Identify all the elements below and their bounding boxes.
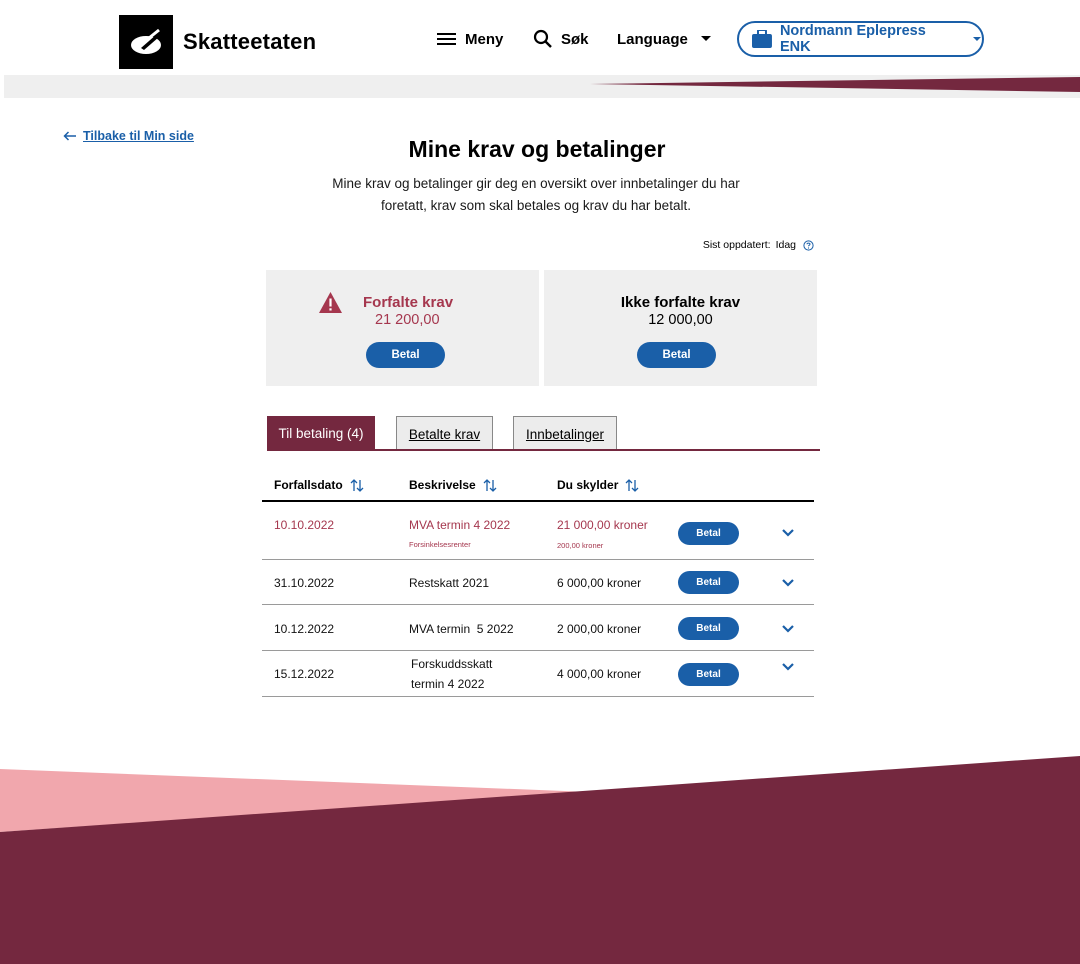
- column-header-due-date[interactable]: Forfallsdato: [274, 478, 364, 492]
- row-due-date: 10.10.2022: [274, 518, 335, 532]
- overdue-claims-title: Forfalte krav: [363, 294, 454, 311]
- help-icon[interactable]: [803, 239, 814, 251]
- brand-name[interactable]: Skatteetaten: [183, 29, 316, 55]
- hamburger-icon: [437, 33, 456, 45]
- search-label: Søk: [561, 30, 589, 48]
- header-decoration: [4, 75, 1080, 98]
- search-button[interactable]: Søk: [533, 28, 589, 50]
- sort-icon: [625, 478, 639, 492]
- last-updated: Sist oppdatert: Idag: [703, 239, 814, 251]
- chevron-down-icon[interactable]: [781, 528, 795, 537]
- row-pay-button[interactable]: Betal: [678, 663, 739, 686]
- overdue-claims-amount: 21 200,00: [375, 312, 440, 328]
- not-due-claims-card: [544, 270, 817, 386]
- row-divider: [262, 559, 814, 560]
- last-updated-value: Idag: [775, 239, 796, 251]
- row-divider: [262, 650, 814, 651]
- row-amount: 6 000,00 kroner: [557, 576, 642, 590]
- row-pay-button[interactable]: Betal: [678, 617, 739, 640]
- menu-label: Meny: [465, 30, 504, 48]
- briefcase-icon: [752, 30, 772, 48]
- search-icon: [533, 29, 552, 48]
- sort-icon: [350, 478, 364, 492]
- warning-icon: [319, 292, 342, 313]
- tab-paid-claims[interactable]: Betalte krav: [396, 416, 493, 451]
- site-header: Skatteetaten Meny Søk Language Nordmann …: [0, 0, 1080, 100]
- chevron-down-icon[interactable]: [781, 624, 795, 633]
- row-description-sub: Forsinkelsesrenter: [409, 540, 471, 549]
- organization-name: Nordmann Eplepress ENK: [779, 23, 926, 55]
- row-pay-button[interactable]: Betal: [678, 522, 739, 545]
- row-due-date: 10.12.2022: [274, 622, 335, 636]
- row-amount-sub: 200,00 kroner: [557, 541, 604, 550]
- caret-down-icon: [700, 36, 711, 41]
- row-amount: 2 000,00 kroner: [557, 622, 642, 636]
- row-divider: [262, 604, 814, 605]
- last-updated-label: Sist oppdatert:: [702, 239, 771, 251]
- column-header-label: Du skylder: [557, 478, 619, 492]
- not-due-claims-amount: 12 000,00: [648, 312, 713, 328]
- page-intro: Mine krav og betalinger gir deg en overs…: [332, 176, 740, 213]
- logo-mark-icon: [131, 28, 161, 54]
- column-header-amount-owed[interactable]: Du skylder: [557, 478, 639, 492]
- row-description-line1: Forskuddsskatt: [411, 657, 493, 671]
- row-due-date: 15.12.2022: [274, 667, 335, 681]
- menu-button[interactable]: Meny: [437, 28, 503, 50]
- column-header-label: Forfallsdato: [274, 478, 343, 492]
- pay-not-due-button[interactable]: Betal: [637, 342, 716, 368]
- chevron-down-icon[interactable]: [781, 578, 795, 587]
- sort-icon: [483, 478, 497, 492]
- chevron-down-icon[interactable]: [781, 662, 795, 671]
- pay-overdue-button[interactable]: Betal: [366, 342, 445, 368]
- row-description: MVA termin 4 2022: [409, 518, 511, 532]
- organization-selector[interactable]: Nordmann Eplepress ENK: [737, 21, 984, 57]
- row-amount: 4 000,00 kroner: [557, 667, 642, 681]
- language-selector[interactable]: Language: [617, 28, 712, 50]
- row-due-date: 31.10.2022: [274, 576, 335, 590]
- column-header-label: Beskrivelse: [409, 478, 476, 492]
- row-description-line2: termin 4 2022: [411, 677, 485, 691]
- tab-underline: [267, 449, 820, 451]
- row-divider: [262, 696, 814, 697]
- row-amount: 21 000,00 kroner: [557, 518, 648, 532]
- footer-decoration: [0, 756, 1080, 964]
- not-due-claims-title: Ikke forfalte krav: [620, 294, 741, 311]
- skatteetaten-logo[interactable]: [119, 15, 173, 69]
- row-description: MVA termin 5 2022: [409, 622, 514, 636]
- column-header-description[interactable]: Beskrivelse: [409, 478, 497, 492]
- caret-down-icon: [973, 37, 982, 41]
- overdue-claims-card: [266, 270, 539, 386]
- language-label: Language: [617, 30, 688, 48]
- page-title: Mine krav og betalinger: [408, 136, 666, 162]
- row-description: Restskatt 2021: [409, 576, 490, 590]
- row-pay-button[interactable]: Betal: [678, 571, 739, 594]
- tab-payments[interactable]: Innbetalinger: [513, 416, 617, 451]
- tab-to-pay[interactable]: Til betaling (4): [267, 416, 375, 451]
- table-header-divider: [262, 500, 814, 502]
